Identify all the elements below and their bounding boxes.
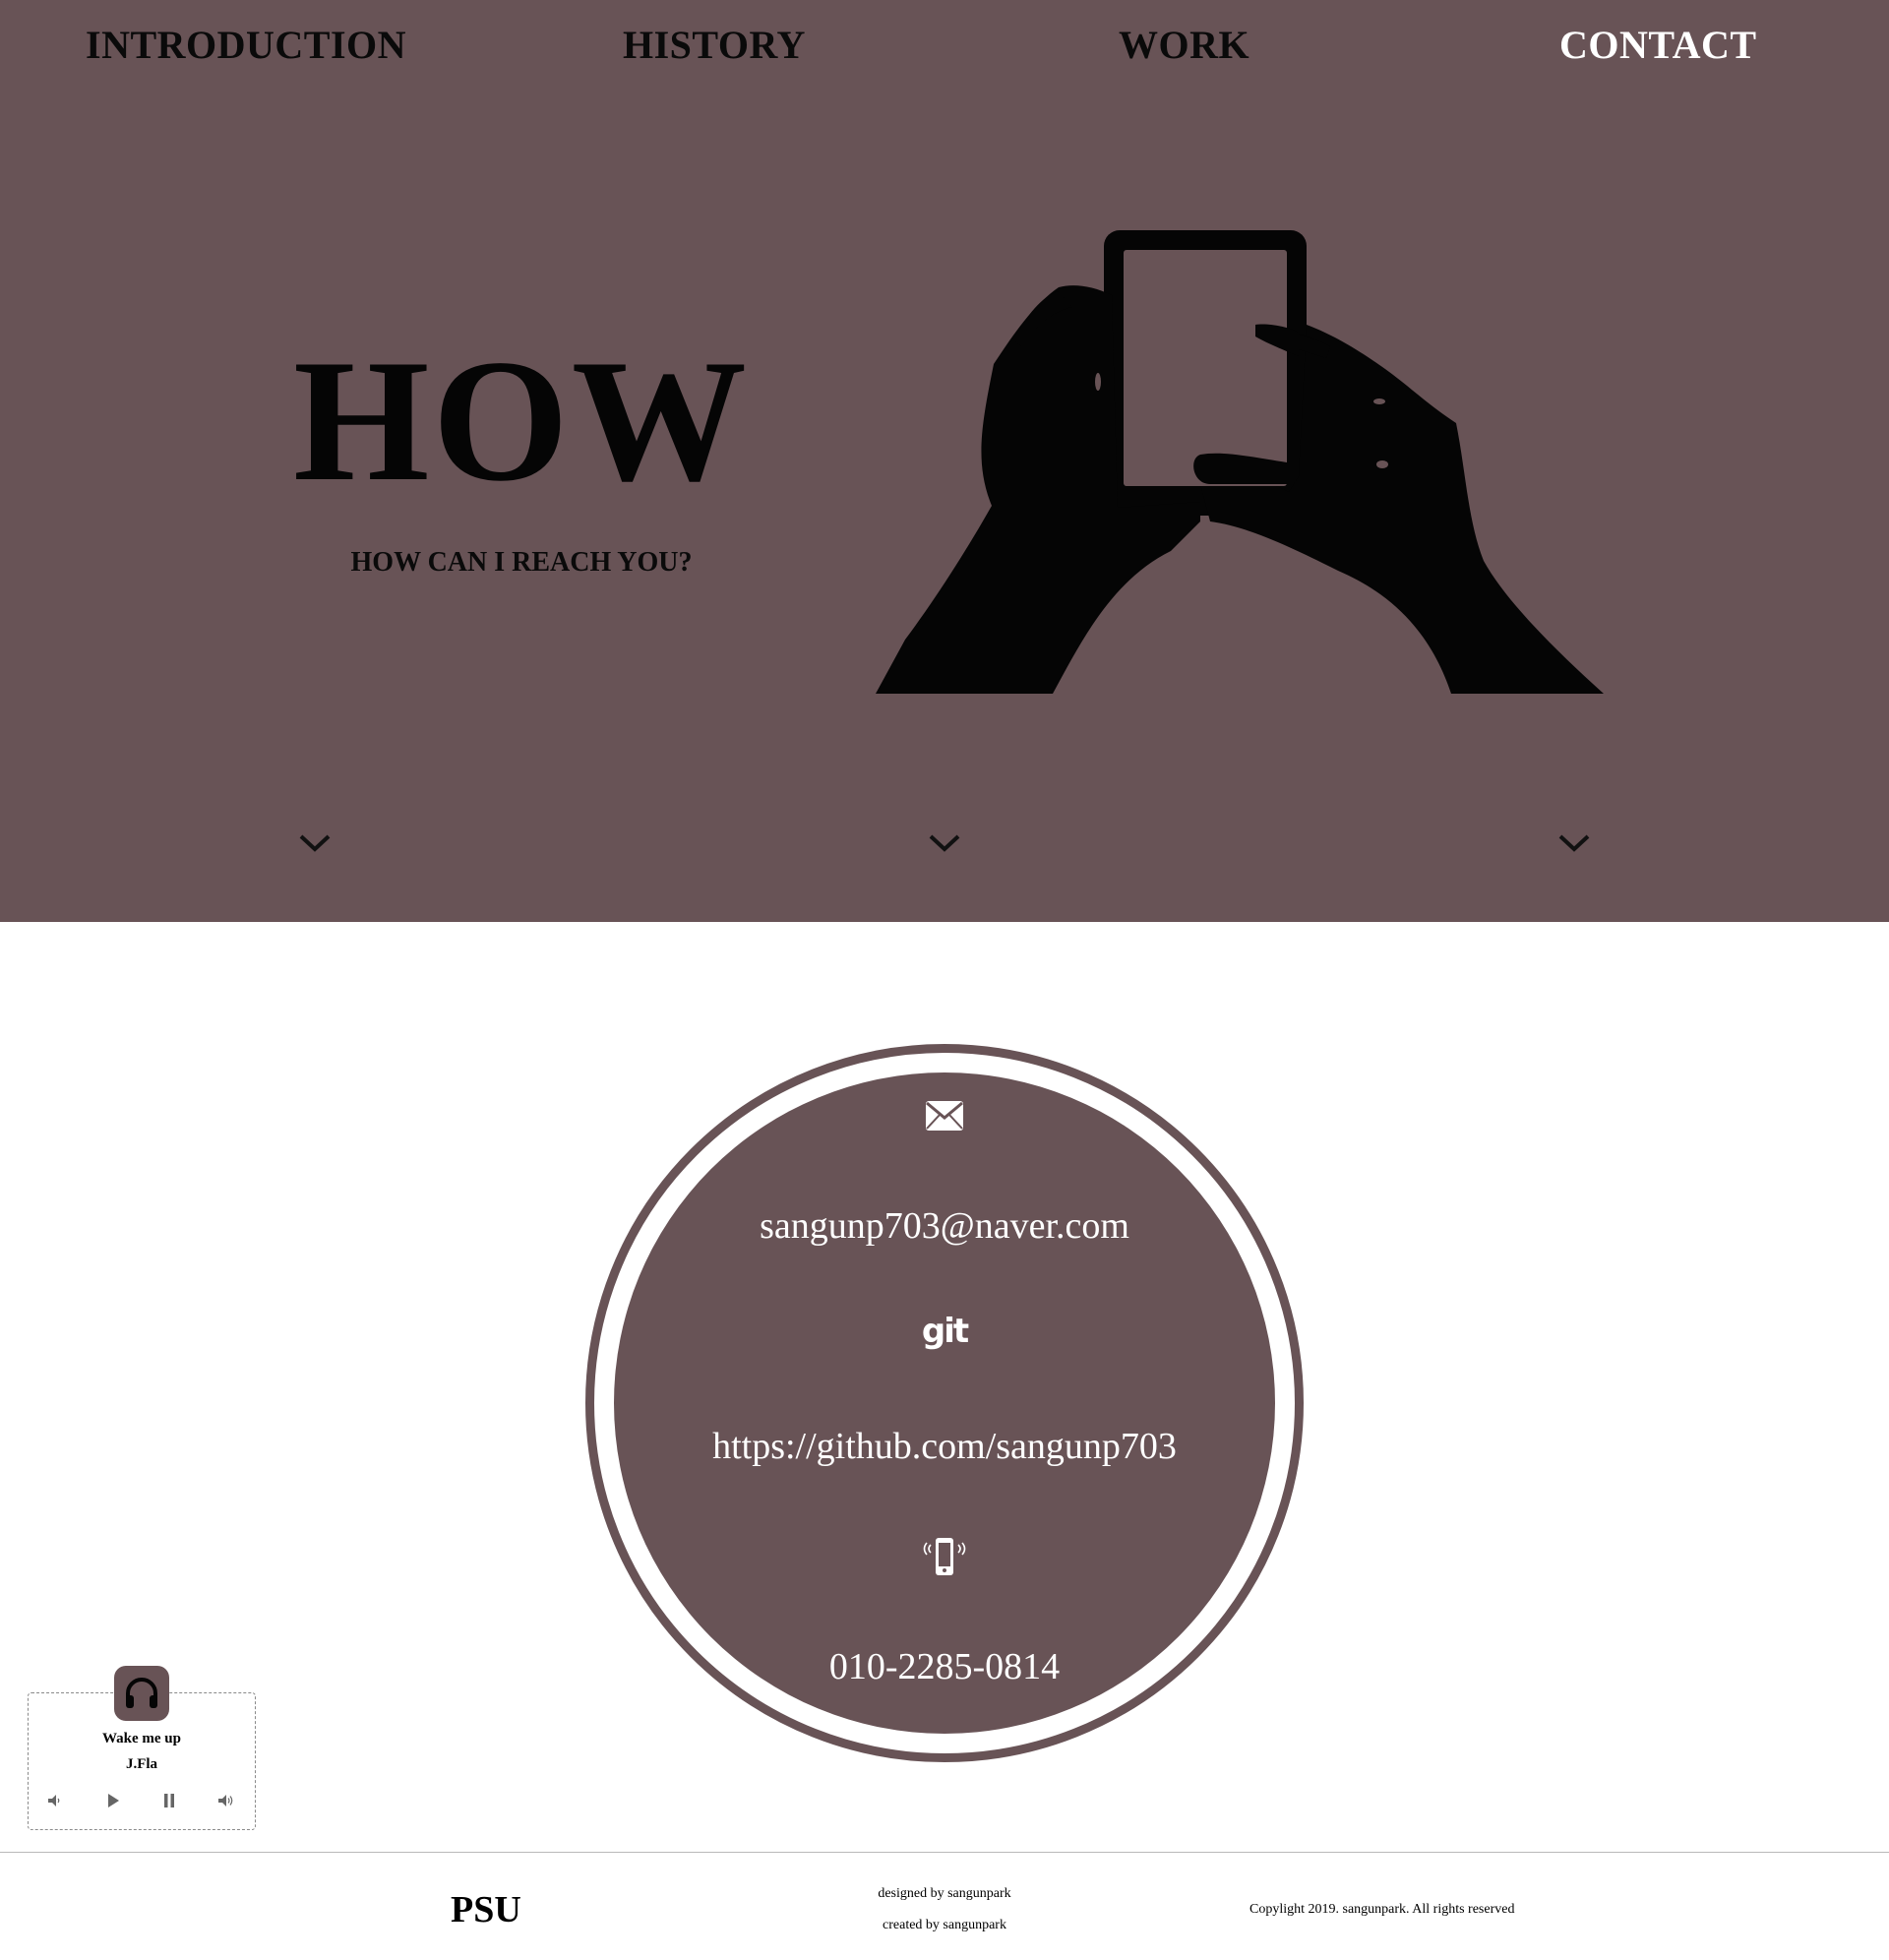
chevron-down-icon[interactable] <box>1554 828 1594 856</box>
nav-work[interactable]: WORK <box>1119 22 1249 68</box>
contact-github-link[interactable]: https://github.com/sangunp703 <box>0 1425 1889 1468</box>
hero-title: HOW <box>293 323 750 518</box>
git-icon: git <box>921 1312 969 1351</box>
contact-phone[interactable]: 010-2285-0814 <box>0 1645 1889 1688</box>
nav-history[interactable]: HISTORY <box>623 22 806 68</box>
contact-disc <box>614 1072 1275 1734</box>
footer-designed-by: designed by sangunpark <box>878 1886 1011 1901</box>
envelope-icon <box>926 1101 963 1131</box>
headphones-icon <box>126 1678 157 1708</box>
footer-copyright: Copylight 2019. sangunpark. All rights r… <box>1249 1902 1515 1917</box>
hands-holding-phone-illustration <box>876 230 1604 694</box>
hero-subtitle: HOW CAN I REACH YOU? <box>350 547 693 578</box>
footer-logo[interactable]: PSU <box>451 1888 521 1931</box>
contact-email[interactable]: sangunp703@naver.com <box>0 1204 1889 1248</box>
footer-divider <box>0 1852 1889 1853</box>
volume-up-icon[interactable] <box>216 1791 236 1810</box>
chevron-down-icon[interactable] <box>925 828 964 856</box>
play-icon[interactable] <box>103 1791 123 1810</box>
nav-introduction[interactable]: INTRODUCTION <box>86 22 406 68</box>
nav-contact[interactable]: CONTACT <box>1559 22 1757 68</box>
chevron-down-icon[interactable] <box>295 828 335 856</box>
pause-icon[interactable] <box>159 1791 179 1810</box>
song-artist: J.Fla <box>125 1756 158 1772</box>
top-navigation: INTRODUCTION HISTORY WORK CONTACT <box>0 0 1889 93</box>
volume-down-icon[interactable] <box>44 1791 64 1810</box>
footer-created-by: created by sangunpark <box>883 1918 1006 1932</box>
player-badge <box>114 1666 169 1721</box>
song-title: Wake me up <box>101 1731 181 1746</box>
phone-vibrate-icon <box>923 1538 966 1575</box>
